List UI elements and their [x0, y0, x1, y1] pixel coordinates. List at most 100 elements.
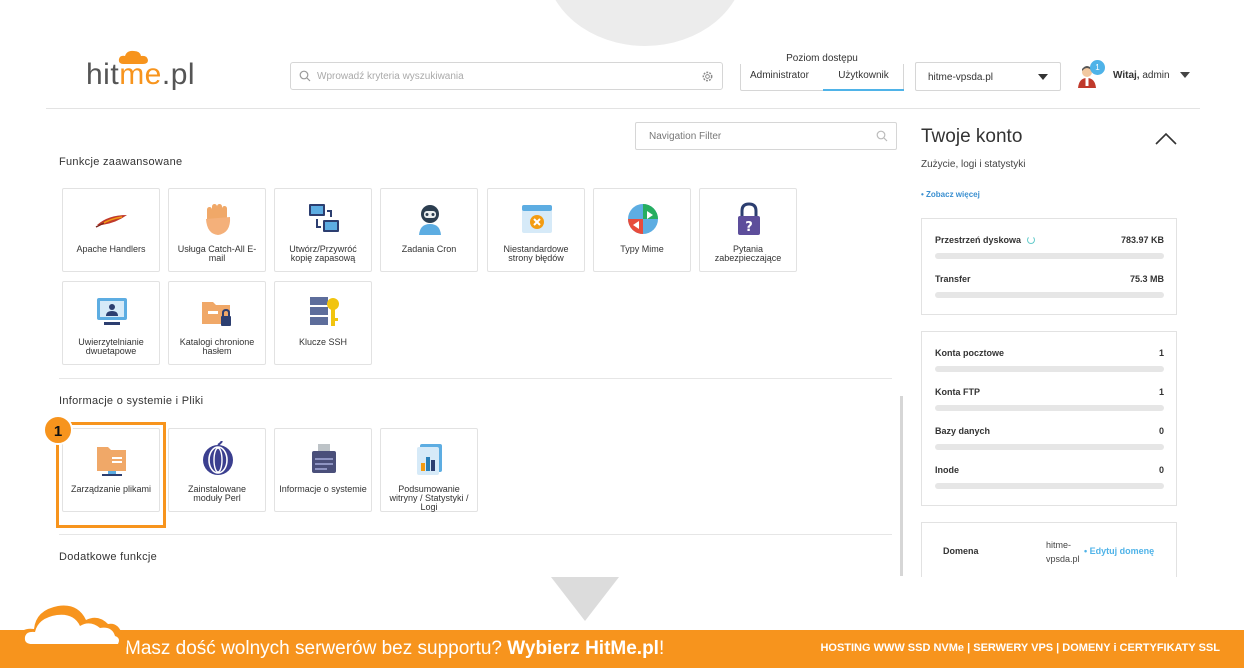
tile-mime-types[interactable]: Typy Mime	[593, 188, 691, 272]
section-title-system: Informacje o systemie i Pliki	[59, 395, 204, 407]
tile-label: Katalogi chronione hasłem	[179, 337, 255, 356]
tile-label: Klucze SSH	[298, 337, 348, 347]
edit-domain-link[interactable]: • Edytuj domenę	[1084, 546, 1154, 556]
tile-label: Apache Handlers	[76, 244, 146, 254]
hand-icon	[206, 204, 231, 235]
stat-label: Konta pocztowe	[935, 348, 1004, 358]
tile-perl-modules[interactable]: Zainstalowane moduły Perl	[168, 428, 266, 512]
user-chevron-down-icon	[1180, 72, 1190, 78]
access-user-option[interactable]: Użytkownik	[823, 70, 904, 91]
mime-types-icon	[628, 204, 658, 234]
counts-card: Konta pocztowe 1 Konta FTP 1 Bazy danych…	[921, 331, 1177, 506]
tile-label: Niestandardowe strony błędów	[503, 244, 569, 263]
tile-label: Utwórz/Przywróć kopię zapasową	[289, 244, 357, 263]
see-more-link[interactable]: • Zobacz więcej	[921, 190, 980, 199]
tile-two-factor[interactable]: Uwierzytelnianie dwuetapowe	[62, 281, 160, 365]
stat-value: 0	[1158, 426, 1164, 436]
transfer-stat: Transfer 75.3 MB	[935, 274, 1164, 304]
scroll-down-arrow	[551, 577, 619, 621]
stat-value: 75.3 MB	[1129, 274, 1164, 284]
progress-bar	[935, 444, 1164, 450]
promo-message: Masz dość wolnych serwerów bez supportu?…	[125, 638, 664, 660]
account-panel-subtitle: Zużycie, logi i statystyki	[921, 159, 1026, 170]
section-divider	[59, 378, 892, 379]
user-menu[interactable]: 1 Witaj, admin	[1076, 60, 1196, 92]
search-placeholder: Wprowadź kryteria wyszukiwania	[317, 71, 464, 82]
disk-label: Przestrzeń dyskowa	[935, 235, 1022, 245]
section-title-advanced: Funkcje zaawansowane	[59, 156, 183, 168]
tile-label: Typy Mime	[620, 244, 664, 254]
perl-onion-icon	[203, 441, 233, 475]
feather-icon	[95, 215, 127, 228]
cloud-icon	[17, 605, 128, 654]
cloud-logo-icon	[118, 50, 148, 64]
system-info-icon	[312, 444, 336, 473]
chevron-up-icon[interactable]	[1155, 131, 1177, 145]
progress-bar	[935, 405, 1164, 411]
stat-label: Transfer	[935, 274, 971, 284]
lock-question-icon: ?	[738, 202, 760, 235]
tile-label: Podsumowanie witryny / Statystyki / Logi	[389, 484, 469, 512]
tile-system-info[interactable]: Informacje o systemie	[274, 428, 372, 512]
access-admin-option[interactable]: Administrator	[750, 70, 809, 91]
stat-value: 0	[1158, 465, 1164, 475]
logo-text-prefix: hit	[86, 58, 120, 91]
domain-select-value: hitme-vpsda.pl	[928, 72, 994, 83]
tile-apache-handlers[interactable]: Apache Handlers	[62, 188, 160, 272]
stat-label: Inode	[935, 465, 959, 475]
logo-text-suffix: .pl	[161, 58, 196, 91]
refresh-icon	[1027, 236, 1036, 244]
access-level-switch: Poziom dostępu Administrator Użytkownik	[740, 53, 904, 91]
stat-label: Konta FTP	[935, 387, 980, 397]
promo-banner: Masz dość wolnych serwerów bez supportu?…	[0, 630, 1244, 668]
tile-label: Zainstalowane moduły Perl	[187, 484, 247, 503]
domain-select[interactable]: hitme-vpsda.pl	[915, 62, 1061, 91]
locked-folder-icon	[202, 302, 231, 326]
progress-bar	[935, 366, 1164, 372]
databases-stat: Bazy danych 0	[935, 426, 1164, 456]
disk-usage-stat: Przestrzeń dyskowa 783.97 KB	[935, 235, 1164, 265]
notification-badge[interactable]: 1	[1090, 60, 1105, 75]
mail-accounts-stat: Konta pocztowe 1	[935, 348, 1164, 378]
tile-protected-dirs[interactable]: Katalogi chronione hasłem	[168, 281, 266, 365]
search-input[interactable]: Wprowadź kryteria wyszukiwania	[290, 62, 723, 90]
filter-search-icon	[876, 130, 888, 142]
tile-backup[interactable]: Utwórz/Przywróć kopię zapasową	[274, 188, 372, 272]
chevron-down-icon	[1038, 74, 1048, 80]
progress-bar	[935, 253, 1164, 259]
highlight-frame	[56, 422, 166, 528]
ssh-key-icon	[310, 297, 339, 326]
access-level-label: Poziom dostępu	[740, 53, 904, 64]
content-scrollbar[interactable]	[900, 396, 903, 576]
search-icon	[299, 70, 311, 82]
tile-label: Pytania zabezpieczające	[714, 244, 782, 263]
navigation-filter-input[interactable]: Navigation Filter	[635, 122, 897, 150]
section-title-extra: Dodatkowe funkcje	[59, 551, 158, 563]
domain-card: Domena hitme-vpsda.pl • Edytuj domenę	[921, 522, 1177, 577]
navigation-filter-placeholder: Navigation Filter	[649, 131, 722, 142]
two-factor-icon	[97, 298, 127, 325]
tile-cron[interactable]: Zadania Cron	[380, 188, 478, 272]
inode-stat: Inode 0	[935, 465, 1164, 495]
gear-icon[interactable]	[701, 70, 714, 83]
greeting-bold: Witaj,	[1113, 70, 1140, 81]
user-greeting: Witaj, admin	[1113, 70, 1170, 81]
tile-label: Zadania Cron	[401, 244, 457, 254]
promo-end: !	[658, 638, 665, 659]
tile-catch-all[interactable]: Usługa Catch-All E-mail	[168, 188, 266, 272]
tile-label: Informacje o systemie	[279, 484, 367, 494]
ftp-accounts-stat: Konta FTP 1	[935, 387, 1164, 417]
promo-brand: Wybierz HitMe.pl	[507, 638, 659, 659]
top-header: hitme.pl Wprowadź kryteria wyszukiwania …	[46, 0, 1200, 109]
backup-computers-icon	[309, 204, 339, 232]
tile-label: Uwierzytelnianie dwuetapowe	[78, 337, 144, 356]
stat-value: 1	[1158, 348, 1164, 358]
promo-text: Masz dość wolnych serwerów bez supportu?	[125, 638, 508, 659]
tile-security-questions[interactable]: ? Pytania zabezpieczające	[699, 188, 797, 272]
stat-label: Przestrzeń dyskowa	[935, 235, 1036, 245]
usage-card: Przestrzeń dyskowa 783.97 KB Transfer 75…	[921, 218, 1177, 315]
tile-ssh-keys[interactable]: Klucze SSH	[274, 281, 372, 365]
tile-error-pages[interactable]: Niestandardowe strony błędów	[487, 188, 585, 272]
tile-site-summary[interactable]: Podsumowanie witryny / Statystyki / Logi	[380, 428, 478, 512]
hitme-logo[interactable]: hitme.pl	[86, 50, 196, 92]
